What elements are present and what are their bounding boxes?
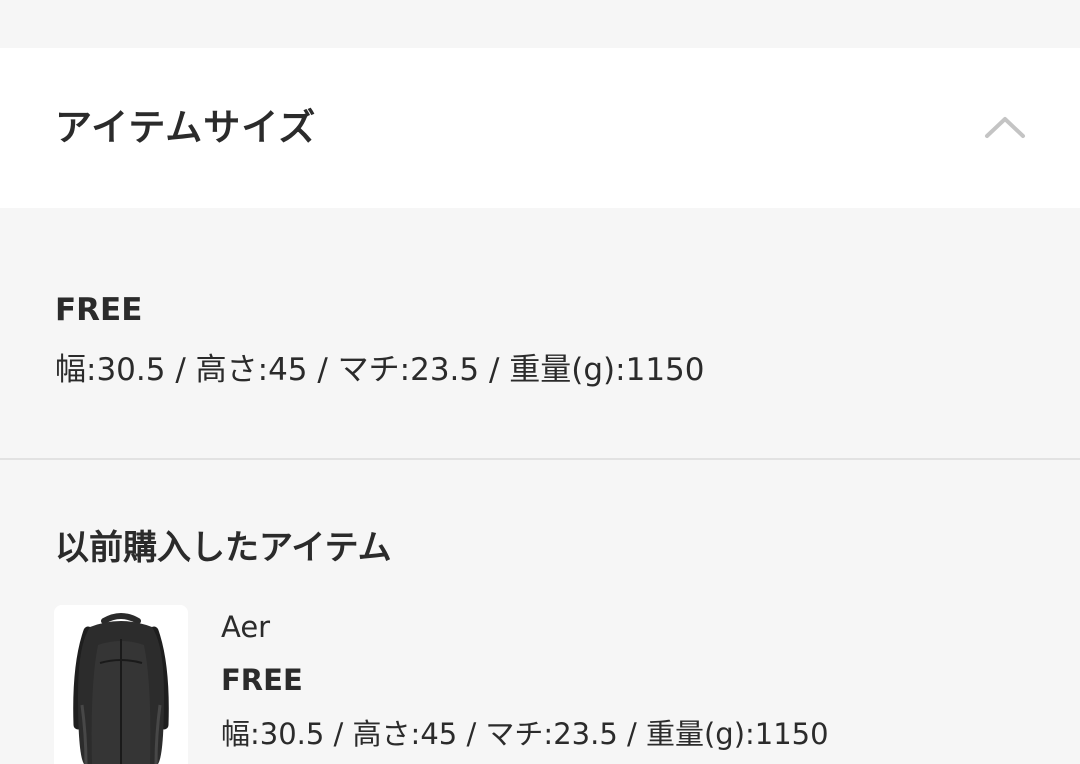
size-name: FREE [55,292,143,328]
chevron-up-icon[interactable] [981,108,1029,148]
previous-items-title: 以前購入したアイテム [55,528,392,568]
size-info-panel [0,208,1080,459]
previous-item-brand[interactable]: Aer [221,606,270,648]
previous-item-image[interactable] [54,605,188,764]
previous-item-size: FREE [221,663,303,697]
size-dimensions: 幅:30.5 / 高さ:45 / マチ:23.5 / 重量(g):1150 [55,352,705,388]
previous-item-dimensions: 幅:30.5 / 高さ:45 / マチ:23.5 / 重量(g):1150 [221,717,829,751]
divider [0,458,1080,460]
top-spacer [0,0,1080,48]
item-size-title: アイテムサイズ [55,106,317,149]
